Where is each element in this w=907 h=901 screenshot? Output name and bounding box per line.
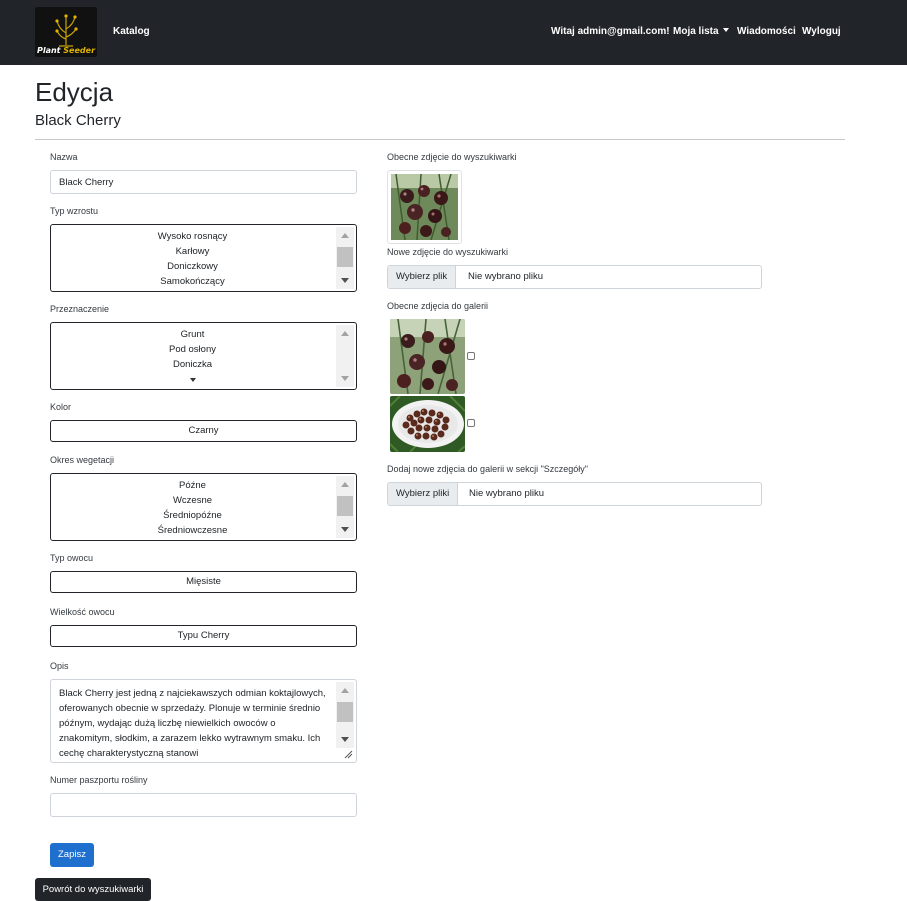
logo-text-part-1: Plant [36,46,61,55]
scrollbar-thumb[interactable] [337,247,353,267]
growth-type-option[interactable]: Karłowy [51,244,334,259]
scroll-up-icon[interactable] [341,331,349,336]
plant-seeder-logo[interactable]: Plant Seeder [35,7,97,57]
purpose-label: Przeznaczenie [50,304,110,314]
season-option[interactable]: Wczesne [51,493,334,508]
current-search-photo-label: Obecne zdjęcie do wyszukiwarki [387,152,517,162]
passport-label: Numer paszportu rośliny [50,775,148,785]
add-gallery-photos-label: Dodaj nowe zdjęcia do galerii w sekcji "… [387,464,588,474]
purpose-option[interactable]: Grunt [51,327,334,342]
fruit-type-select[interactable]: Mięsiste [50,571,357,593]
file-status-text: Nie wybrano pliku [469,488,544,499]
logo-text-part-2: Seeder [63,46,96,55]
page-title: Edycja [35,77,114,107]
color-label: Kolor [50,402,72,412]
scroll-up-icon[interactable] [341,482,349,487]
nav-logout-link[interactable]: Wyloguj [802,26,841,37]
file-status-text: Nie wybrano pliku [468,271,543,282]
current-search-photo-frame [387,170,462,244]
divider [35,139,845,140]
growth-type-multiselect[interactable]: Wysoko rosnący Karłowy Doniczkowy Samoko… [50,224,357,292]
page-subtitle: Black Cherry [35,112,121,129]
growth-type-label: Typ wzrostu [50,206,99,216]
choose-file-button[interactable]: Wybierz plik [388,266,457,288]
caret-down-icon [722,28,729,32]
search-photo-image[interactable] [391,174,458,240]
gallery-photos-label: Obecne zdjęcia do galerii [387,301,489,311]
gallery-photo-image-1 [390,319,465,394]
nav-my-list-dropdown[interactable]: Moja lista [673,26,729,37]
scroll-down-icon[interactable] [341,737,349,742]
nav-messages-link[interactable]: Wiadomości [737,26,796,37]
fruit-size-label: Wielkość owocu [50,607,115,617]
logo-text: Plant Seeder [35,46,97,55]
season-multiselect[interactable]: Późne Wczesne Średniopóźne Średniowczesn… [50,473,357,541]
purpose-option[interactable]: Doniczka [51,357,334,372]
color-select[interactable]: Czarny [50,420,357,442]
new-search-photo-label: Nowe zdjęcie do wyszukiwarki [387,247,509,257]
description-label: Opis [50,661,69,671]
growth-type-option[interactable]: Wysoko rosnący [51,229,334,244]
description-textarea[interactable]: Black Cherry jest jedną z najciekawszych… [50,679,357,763]
gallery-photo-checkbox[interactable] [467,419,475,427]
growth-type-option[interactable]: Samokończący [51,274,334,289]
season-option[interactable]: Średniowczesne [51,523,334,538]
new-search-photo-file-input[interactable]: Wybierz plik Nie wybrano pliku [387,265,762,289]
scroll-down-icon[interactable] [341,527,349,532]
nav-welcome-link[interactable]: Witaj admin@gmail.com! [551,26,670,37]
nav-catalog-link[interactable]: Katalog [113,26,150,37]
back-to-search-button[interactable]: Powrót do wyszukiwarki [35,878,151,901]
gallery-photo[interactable] [390,319,465,394]
fruit-size-select[interactable]: Typu Cherry [50,625,357,647]
scroll-down-icon[interactable] [341,278,349,283]
passport-input[interactable] [50,793,357,817]
resize-handle-icon[interactable] [344,750,353,759]
scrollbar-thumb[interactable] [337,496,353,516]
season-label: Okres wegetacji [50,455,115,465]
gallery-photo[interactable] [390,396,465,452]
purpose-scrollbar[interactable] [336,325,354,387]
add-gallery-photos-file-input[interactable]: Wybierz pliki Nie wybrano pliku [387,482,762,506]
scroll-up-icon[interactable] [341,688,349,693]
scroll-down-icon[interactable] [341,376,349,381]
scroll-up-icon[interactable] [341,233,349,238]
caret-down-icon [189,378,196,382]
name-label: Nazwa [50,152,78,162]
top-navbar: Plant Seeder Katalog Witaj admin@gmail.c… [0,0,907,65]
description-text: Black Cherry jest jedną z najciekawszych… [59,688,326,759]
season-scrollbar[interactable] [336,476,354,538]
growth-type-scrollbar[interactable] [336,227,354,289]
description-scrollbar[interactable] [336,682,354,748]
growth-type-option[interactable]: Doniczkowy [51,259,334,274]
purpose-multiselect[interactable]: Grunt Pod osłony Doniczka [50,322,357,390]
season-option[interactable]: Późne [51,478,334,493]
choose-files-button[interactable]: Wybierz pliki [388,483,459,505]
gallery-photo-checkbox[interactable] [467,352,475,360]
name-input[interactable]: Black Cherry [50,170,357,194]
fruit-type-label: Typ owocu [50,553,94,563]
gallery-photo-image-2 [390,396,465,452]
save-button[interactable]: Zapisz [50,843,94,867]
more-options-indicator [51,372,334,387]
purpose-option[interactable]: Pod osłony [51,342,334,357]
nav-my-list-label: Moja lista [673,26,719,37]
scrollbar-thumb[interactable] [337,702,353,722]
season-option[interactable]: Średniopóźne [51,508,334,523]
